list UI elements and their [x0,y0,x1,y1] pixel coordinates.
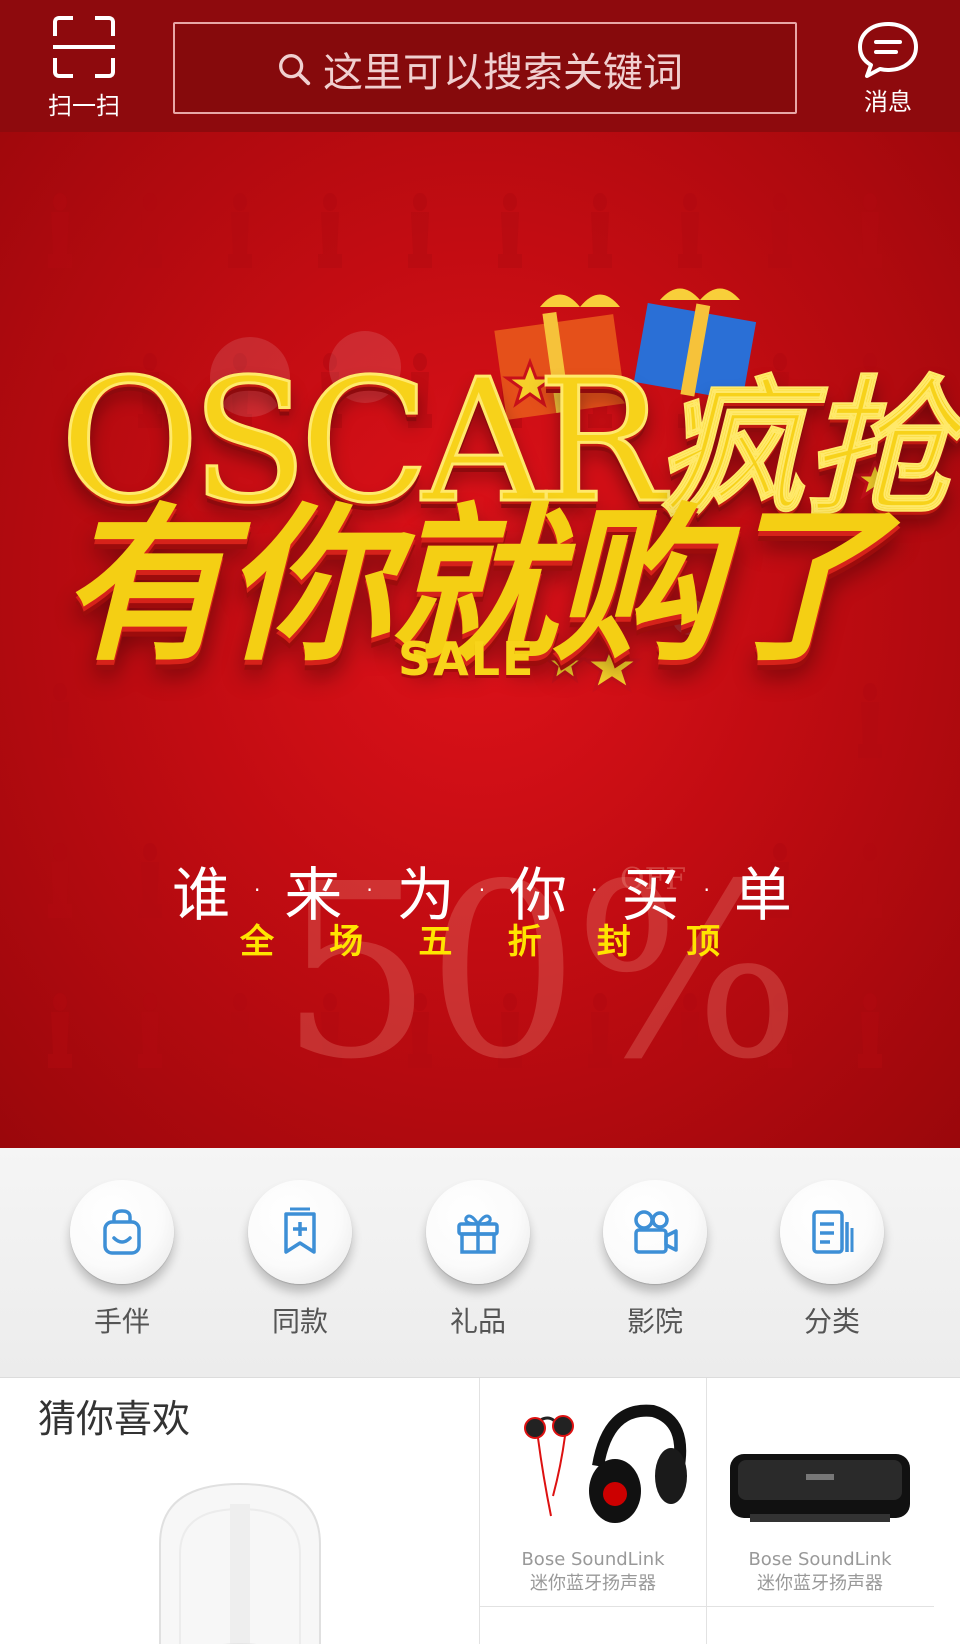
category-nav: 手伴 同款 礼品 影院 分类 [0,1148,960,1378]
promo-char: 全 [240,922,274,962]
category-tongkuan[interactable]: 同款 [240,1180,360,1340]
message-label: 消息 [864,88,912,116]
scan-icon [53,16,115,78]
promo-char: 顶 [685,922,720,962]
search-placeholder: 这里可以搜索关键词 [323,50,683,96]
product-name: Bose SoundLink [521,1549,665,1570]
category-shouban[interactable]: 手伴 [62,1180,182,1340]
subtitle-separator: · [366,878,373,902]
recommend-section: 猜你喜欢 Bose SoundLink 迷你蓝牙扬声器 Bose SoundLi… [0,1378,960,1644]
grid-divider [480,1606,934,1607]
subtitle-separator: · [703,878,710,902]
featured-product-lamp[interactable] [140,1464,340,1644]
subtitle-char: 单 [733,861,792,929]
product-name: Bose SoundLink [748,1549,892,1570]
bag-icon [103,1209,141,1255]
headphones-image [524,1404,687,1523]
promo-banner[interactable]: 50% OFF OSCAR疯抢节 有你就购了 SALE 谁 · 来 · 为 · … [0,132,960,1148]
banner-promo-line: 全 场 五 折 封 顶 [240,914,720,963]
promo-char: 封 [596,922,631,962]
product-desc: 迷你蓝牙扬声器 [530,1573,656,1594]
message-button[interactable]: 消息 [848,20,928,120]
category-yingyuan[interactable]: 影院 [595,1180,715,1340]
category-fenlei[interactable]: 分类 [772,1180,892,1340]
subtitle-separator: · [591,878,598,902]
category-label: 同款 [271,1305,328,1338]
product-desc: 迷你蓝牙扬声器 [757,1573,883,1594]
promo-char: 折 [507,922,542,962]
category-label: 分类 [803,1305,860,1338]
search-input[interactable]: 这里可以搜索关键词 [173,22,797,114]
document-list-icon [812,1210,854,1254]
promo-char: 场 [329,922,364,962]
category-label: 手伴 [93,1305,150,1338]
sale-tag: SALE [398,632,536,686]
category-label: 影院 [626,1305,683,1338]
video-camera-icon [634,1210,678,1254]
speaker-image [730,1454,910,1522]
product-card[interactable]: Bose SoundLink 迷你蓝牙扬声器 [707,1378,933,1596]
bookmark-plus-icon [284,1207,316,1254]
category-lipin[interactable]: 礼品 [418,1180,538,1340]
subtitle-separator: · [478,878,486,902]
product-card[interactable]: Bose SoundLink 迷你蓝牙扬声器 [480,1378,706,1596]
chat-bubble-icon [858,22,918,78]
gift-icon [457,1214,499,1254]
scan-label: 扫一扫 [48,92,120,120]
app-screen: 扫一扫 这里可以搜索关键词 消息 50% OFF OSCAR疯抢 有你就购了 S… [0,0,960,1644]
scan-button[interactable]: 扫一扫 [30,16,138,121]
subtitle-separator: · [254,878,261,902]
promo-char: 五 [418,922,453,962]
subtitle-char: 谁 [172,861,231,929]
section-title: 猜你喜欢 [38,1397,191,1441]
top-bar: 扫一扫 这里可以搜索关键词 消息 [0,0,960,132]
category-label: 礼品 [449,1305,506,1338]
search-icon [279,54,311,86]
